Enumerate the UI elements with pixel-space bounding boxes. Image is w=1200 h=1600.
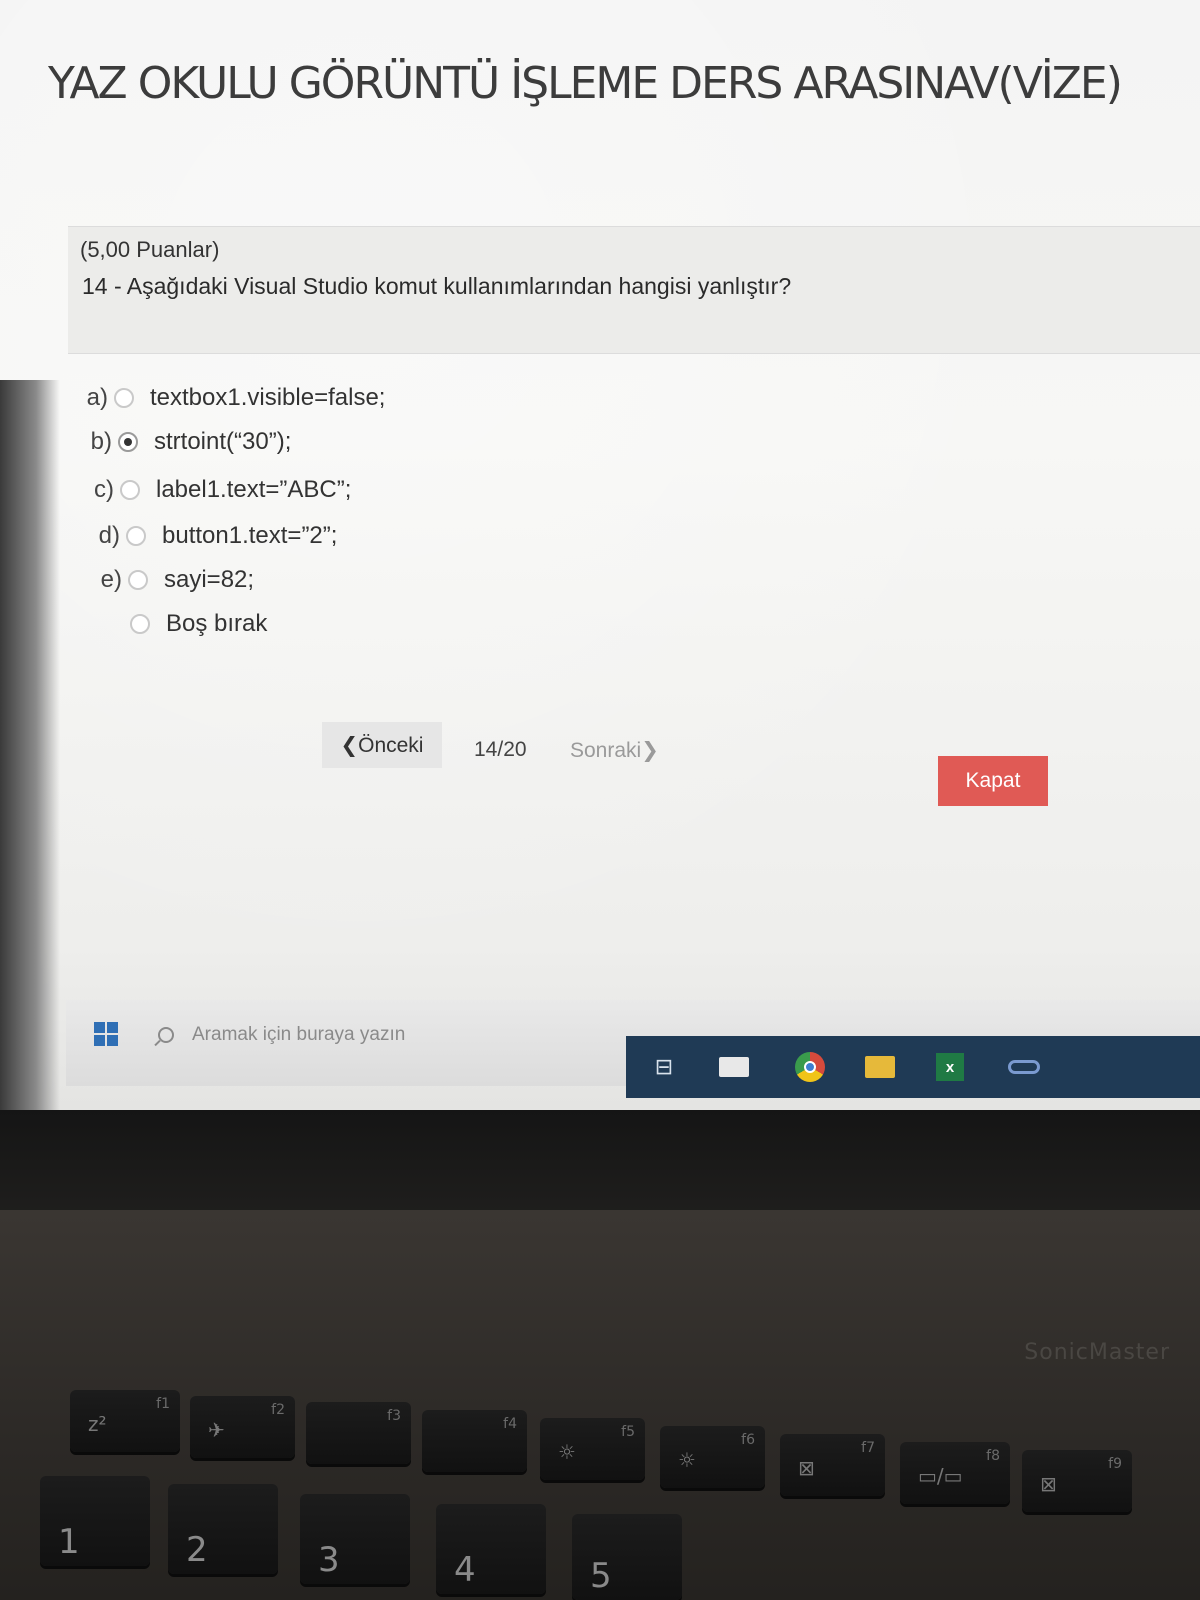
option-d[interactable]: d) button1.text=”2”; [84,516,338,556]
option-text: strtoint(“30”); [154,428,292,455]
key-fn-label: f8 [986,1448,1000,1464]
question-points: (5,00 Puanlar) [80,237,220,262]
key-number: 4 [454,1550,476,1590]
key-f5[interactable]: f5 ☼ [540,1418,645,1480]
option-skip[interactable]: Boş bırak [88,604,267,644]
page-counter: 14/20 [474,738,527,761]
option-text: button1.text=”2”; [162,522,338,549]
option-letter: c) [94,476,114,503]
option-text: textbox1.visible=false; [150,384,386,411]
excel-icon[interactable]: x [932,1050,968,1084]
key-number: 1 [58,1522,80,1562]
windows-taskbar: Aramak için buraya yazın ⊟ x [66,1000,1200,1098]
key-f9[interactable]: f9 ⊠ [1022,1450,1132,1512]
key-fn-label: f6 [741,1432,755,1448]
option-c[interactable]: c) label1.text=”ABC”; [78,470,351,510]
brand-logo: SonicMaster [1024,1340,1170,1365]
key-number: 5 [590,1556,612,1596]
key-4[interactable]: 4 [436,1504,546,1594]
next-button[interactable]: Sonraki❯ [570,738,659,763]
brightness-down-icon: ☼ [558,1440,576,1464]
radio-button[interactable] [128,570,148,590]
key-fn-label: f1 [156,1396,170,1412]
screen-edge-shadow [0,380,60,1110]
radio-button[interactable] [126,526,146,546]
infinity-icon[interactable] [1006,1050,1042,1084]
file-explorer-icon[interactable] [862,1050,898,1084]
key-number: 3 [318,1540,340,1580]
key-fn-label: f7 [861,1440,875,1456]
question-text: 14 - Aşağıdaki Visual Studio komut kulla… [82,273,792,299]
key-number: 2 [186,1530,208,1570]
airplane-icon: ✈ [208,1418,225,1442]
key-fn-label: f3 [387,1408,401,1424]
search-placeholder: Aramak için buraya yazın [192,1024,406,1045]
chrome-icon[interactable] [792,1050,828,1084]
touchpad-icon: ⊠ [1040,1472,1057,1496]
search-icon [158,1027,174,1043]
key-f1[interactable]: f1 z² [70,1390,180,1452]
key-fn-label: f9 [1108,1456,1122,1472]
radio-button-selected[interactable] [118,432,138,452]
option-letter: e) [100,566,122,593]
radio-button[interactable] [114,388,134,408]
taskbar-apps [626,1036,1200,1098]
key-2[interactable]: 2 [168,1484,278,1574]
option-e[interactable]: e) sayi=82; [86,560,254,600]
key-fn-label: f2 [271,1402,285,1418]
option-a[interactable]: a) textbox1.visible=false; [72,378,386,418]
option-letter: b) [90,428,112,455]
sleep-icon: z² [88,1412,107,1436]
key-f4[interactable]: f4 [422,1410,527,1472]
key-fn-label: f5 [621,1424,635,1440]
exam-screen: YAZ OKULU GÖRÜNTÜ İŞLEME DERS ARASINAV(V… [0,0,1200,1110]
key-f3[interactable]: f3 [306,1402,411,1464]
projector-icon: ▭/▭ [918,1464,963,1488]
option-text: sayi=82; [164,566,255,593]
key-f2[interactable]: f2 ✈ [190,1396,295,1458]
key-3[interactable]: 3 [300,1494,410,1584]
task-view-icon[interactable]: ⊟ [646,1050,682,1084]
radio-button[interactable] [120,480,140,500]
start-button[interactable] [76,1012,136,1056]
windows-start-icon [94,1022,118,1046]
brightness-up-icon: ☼ [678,1448,696,1472]
close-button[interactable]: Kapat [938,756,1048,806]
key-5[interactable]: 5 [572,1514,682,1600]
option-text: Boş bırak [166,610,268,637]
display-off-icon: ⊠ [798,1456,815,1480]
key-fn-label: f4 [503,1416,517,1432]
key-f7[interactable]: f7 ⊠ [780,1434,885,1496]
option-letter: a) [86,384,108,411]
mail-icon[interactable] [716,1050,752,1084]
previous-button[interactable]: ❮Önceki [322,722,442,768]
option-letter: d) [98,522,120,549]
question-header: (5,00 Puanlar) 14 - Aşağıdaki Visual Stu… [68,226,1200,354]
radio-button[interactable] [130,614,150,634]
key-f6[interactable]: f6 ☼ [660,1426,765,1488]
option-text: label1.text=”ABC”; [156,476,352,503]
key-f8[interactable]: f8 ▭/▭ [900,1442,1010,1504]
key-1[interactable]: 1 [40,1476,150,1566]
option-b[interactable]: b) strtoint(“30”); [76,422,292,462]
taskbar-search[interactable]: Aramak için buraya yazın [138,1008,638,1062]
exam-title: YAZ OKULU GÖRÜNTÜ İŞLEME DERS ARASINAV(V… [48,58,1123,109]
